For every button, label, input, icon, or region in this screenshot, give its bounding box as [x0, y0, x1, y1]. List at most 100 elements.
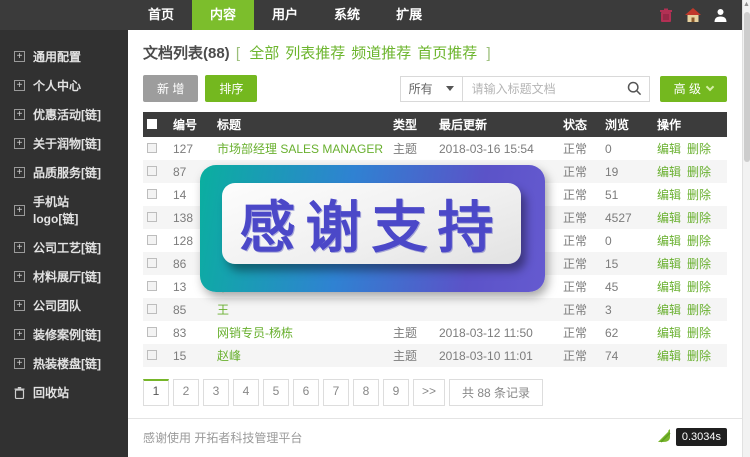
scrollbar-thumb[interactable]	[744, 12, 750, 162]
trash-icon	[14, 387, 25, 399]
sidebar-item-7[interactable]: +材料展厅[链]	[0, 262, 128, 291]
search-wrap	[462, 76, 650, 102]
page-button-7[interactable]: 7	[323, 379, 349, 406]
row-id: 15	[169, 344, 213, 367]
row-delete-link[interactable]: 删除	[687, 257, 711, 271]
page-button-1[interactable]: 1	[143, 379, 169, 406]
sidebar-item-label: 回收站	[33, 384, 69, 401]
column-header: 状态	[559, 112, 601, 137]
row-delete-link[interactable]: 删除	[687, 188, 711, 202]
row-edit-link[interactable]: 编辑	[657, 326, 681, 340]
records-total: 共 88 条记录	[449, 379, 543, 406]
row-checkbox[interactable]	[147, 327, 157, 337]
row-edit-link[interactable]: 编辑	[657, 349, 681, 363]
row-checkbox[interactable]	[147, 143, 157, 153]
advanced-button[interactable]: 高 级	[660, 76, 727, 102]
row-delete-link[interactable]: 删除	[687, 326, 711, 340]
next-pages-button[interactable]: >>	[413, 379, 445, 406]
row-checkbox[interactable]	[147, 212, 157, 222]
sidebar-item-5[interactable]: +手机站logo[链]	[0, 187, 128, 233]
page-button-6[interactable]: 6	[293, 379, 319, 406]
row-checkbox[interactable]	[147, 281, 157, 291]
filter-select[interactable]: 所有	[400, 76, 462, 102]
page-button-5[interactable]: 5	[263, 379, 289, 406]
nav-item-0[interactable]: 首页	[130, 0, 192, 30]
sidebar-item-10[interactable]: +热装楼盘[链]	[0, 349, 128, 378]
search-input[interactable]	[462, 76, 650, 102]
row-edit-link[interactable]: 编辑	[657, 303, 681, 317]
plus-square-icon: +	[14, 80, 25, 91]
footer-credit: 感谢使用 开拓者科技管理平台	[143, 429, 302, 446]
sidebar-item-1[interactable]: +个人中心	[0, 71, 128, 100]
row-edit-link[interactable]: 编辑	[657, 142, 681, 156]
row-edit-link[interactable]: 编辑	[657, 165, 681, 179]
sidebar-item-4[interactable]: +品质服务[链]	[0, 158, 128, 187]
row-delete-link[interactable]: 删除	[687, 211, 711, 225]
row-edit-link[interactable]: 编辑	[657, 280, 681, 294]
sidebar-item-8[interactable]: +公司团队	[0, 291, 128, 320]
sidebar-item-3[interactable]: +关于润物[链]	[0, 129, 128, 158]
scrollbar-up-arrow[interactable]: ▲	[743, 0, 750, 10]
sidebar-item-2[interactable]: +优惠活动[链]	[0, 100, 128, 129]
row-checkbox[interactable]	[147, 235, 157, 245]
sidebar-item-6[interactable]: +公司工艺[链]	[0, 233, 128, 262]
row-checkbox[interactable]	[147, 166, 157, 176]
sidebar-item-label: 手机站logo[链]	[33, 193, 114, 227]
row-updated: 2018-03-12 11:50	[435, 321, 559, 344]
row-checkbox[interactable]	[147, 258, 157, 268]
page-button-2[interactable]: 2	[173, 379, 199, 406]
page-button-4[interactable]: 4	[233, 379, 259, 406]
home-icon[interactable]	[685, 8, 701, 23]
row-edit-link[interactable]: 编辑	[657, 211, 681, 225]
filter-selected-value: 所有	[409, 80, 433, 97]
select-all-checkbox[interactable]	[147, 119, 157, 129]
column-header: 类型	[389, 112, 435, 137]
page-scrollbar[interactable]: ▲	[742, 0, 750, 457]
row-checkbox[interactable]	[147, 189, 157, 199]
sidebar-item-label: 品质服务[链]	[33, 164, 101, 181]
nav-icon-group	[659, 0, 742, 30]
row-updated: 2018-03-16 15:54	[435, 137, 559, 160]
row-delete-link[interactable]: 删除	[687, 303, 711, 317]
row-checkbox[interactable]	[147, 350, 157, 360]
row-type: 主题	[389, 344, 435, 367]
nav-item-4[interactable]: 扩展	[378, 0, 440, 30]
doc-filter-link-1[interactable]: 列表推荐	[285, 45, 345, 62]
column-header: 标题	[213, 112, 389, 137]
user-icon[interactable]	[713, 8, 728, 23]
sidebar-item-9[interactable]: +装修案例[链]	[0, 320, 128, 349]
doc-filter-link-3[interactable]: 首页推荐	[417, 45, 477, 62]
nav-item-1[interactable]: 内容	[192, 0, 254, 30]
trash-icon[interactable]	[659, 8, 673, 23]
table-row: 83网销专员-杨栋主题2018-03-12 11:50正常62编辑删除	[143, 321, 727, 344]
row-delete-link[interactable]: 删除	[687, 165, 711, 179]
row-delete-link[interactable]: 删除	[687, 280, 711, 294]
row-title-link[interactable]: 市场部经理 SALES MANAGER	[217, 142, 383, 156]
sidebar-item-0[interactable]: +通用配置	[0, 42, 128, 71]
plus-square-icon: +	[14, 138, 25, 149]
row-edit-link[interactable]: 编辑	[657, 188, 681, 202]
row-delete-link[interactable]: 删除	[687, 349, 711, 363]
row-delete-link[interactable]: 删除	[687, 234, 711, 248]
page-button-3[interactable]: 3	[203, 379, 229, 406]
row-delete-link[interactable]: 删除	[687, 142, 711, 156]
nav-item-2[interactable]: 用户	[254, 0, 316, 30]
page-button-9[interactable]: 9	[383, 379, 409, 406]
add-button[interactable]: 新 增	[143, 75, 198, 102]
row-views: 45	[601, 275, 653, 298]
row-title-link[interactable]: 网销专员-杨栋	[217, 326, 293, 340]
row-title-link[interactable]: 王	[217, 303, 229, 317]
page-title: 文档列表(88)	[143, 45, 230, 62]
row-edit-link[interactable]: 编辑	[657, 257, 681, 271]
page-button-8[interactable]: 8	[353, 379, 379, 406]
row-edit-link[interactable]: 编辑	[657, 234, 681, 248]
sort-button[interactable]: 排序	[205, 75, 257, 102]
sidebar-item-11[interactable]: 回收站	[0, 378, 128, 407]
row-title-link[interactable]: 赵峰	[217, 349, 241, 363]
doc-filter-link-0[interactable]: 全部	[249, 45, 279, 62]
search-icon[interactable]	[627, 81, 642, 99]
row-checkbox[interactable]	[147, 304, 157, 314]
doc-filter-link-2[interactable]: 频道推荐	[351, 45, 411, 62]
nav-item-3[interactable]: 系统	[316, 0, 378, 30]
row-id: 127	[169, 137, 213, 160]
